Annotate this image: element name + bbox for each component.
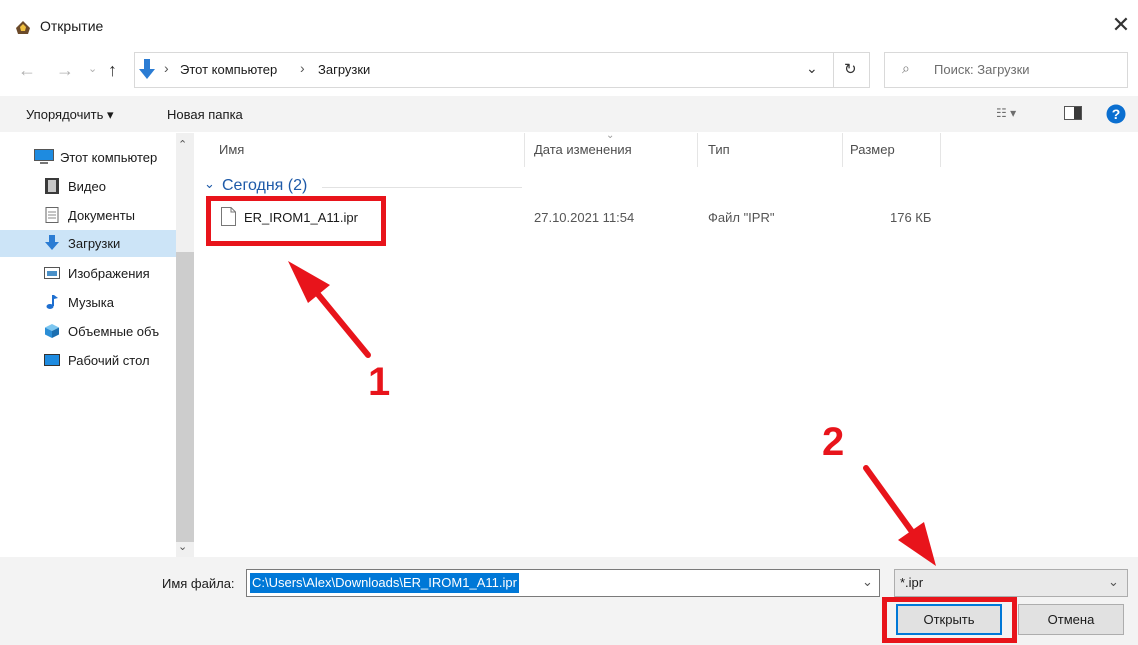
music-icon	[46, 295, 58, 309]
column-header-type[interactable]: Тип	[708, 142, 730, 157]
group-header[interactable]: Сегодня (2)	[222, 177, 307, 195]
svg-text:?: ?	[1112, 106, 1121, 122]
scroll-up-icon[interactable]: ⌃	[178, 138, 187, 151]
pictures-icon	[44, 267, 60, 279]
file-date: 27.10.2021 11:54	[534, 210, 635, 225]
filetype-select[interactable]	[894, 569, 1128, 597]
sidebar-item-label: Объемные объ	[68, 324, 160, 339]
sort-indicator-icon: ⌄	[606, 130, 615, 141]
search-icon: ⌕	[902, 60, 910, 76]
column-header-date[interactable]: Дата изменения	[534, 142, 632, 157]
app-icon	[16, 21, 30, 34]
desktop-icon	[44, 354, 60, 366]
sidebar-item-label: Изображения	[68, 266, 150, 281]
column-divider[interactable]	[940, 133, 941, 167]
address-dropdown-icon[interactable]: ⌄	[806, 60, 818, 77]
filename-dropdown-icon[interactable]: ⌄	[862, 574, 873, 590]
sidebar-item-label: Рабочий стол	[68, 353, 150, 368]
filetype-value[interactable]: *.ipr	[900, 575, 923, 590]
sidebar-item-label: Видео	[68, 179, 106, 194]
sidebar-item-pictures[interactable]: Изображения	[0, 260, 176, 287]
preview-pane-icon[interactable]	[1064, 106, 1082, 120]
group-divider	[322, 187, 522, 188]
column-divider[interactable]	[842, 133, 843, 167]
filetype-dropdown-icon[interactable]: ⌄	[1108, 574, 1119, 590]
annotation-number-1: 1	[368, 360, 391, 404]
downloads-icon	[139, 59, 155, 79]
sidebar-item-desktop[interactable]: Рабочий стол	[0, 347, 176, 374]
column-divider[interactable]	[697, 133, 698, 167]
video-icon	[45, 178, 59, 194]
column-divider[interactable]	[524, 133, 525, 167]
breadcrumb-this-pc[interactable]: Этот компьютер	[180, 62, 277, 77]
breadcrumb-separator: ›	[300, 60, 305, 76]
3d-objects-icon	[45, 324, 59, 338]
cancel-button[interactable]: Отмена	[1018, 604, 1124, 635]
back-icon[interactable]: ←	[18, 60, 36, 81]
sidebar-item-video[interactable]: Видео	[0, 173, 176, 200]
column-header-size[interactable]: Размер	[850, 142, 895, 157]
window-title: Открытие	[40, 18, 104, 34]
sidebar-item-3d-objects[interactable]: Объемные объ	[0, 318, 176, 345]
scrollbar-thumb[interactable]	[176, 252, 194, 542]
title-bar	[0, 0, 1138, 48]
close-icon[interactable]: ✕	[1108, 12, 1134, 38]
filename-value[interactable]: C:\Users\Alex\Downloads\ER_IROM1_A11.ipr	[250, 573, 519, 593]
file-size: 176 КБ	[890, 210, 932, 225]
organize-button[interactable]: Упорядочить ▾	[26, 107, 114, 123]
sidebar-item-label: Этот компьютер	[60, 150, 158, 165]
forward-icon[interactable]: →	[56, 60, 74, 81]
new-folder-button[interactable]: Новая папка	[167, 107, 243, 122]
sidebar-item-label: Музыка	[68, 295, 114, 310]
sidebar-item-label: Загрузки	[68, 236, 121, 251]
breadcrumb-downloads[interactable]: Загрузки	[318, 62, 370, 77]
sidebar-item-documents[interactable]: Документы	[0, 202, 176, 229]
filename-label: Имя файла:	[162, 576, 235, 591]
computer-icon	[34, 149, 54, 164]
documents-icon	[45, 207, 59, 223]
downloads-icon	[45, 235, 59, 250]
scroll-down-icon[interactable]: ⌄	[178, 540, 187, 553]
recent-locations-icon[interactable]: ⌄	[88, 62, 97, 75]
annotation-box-open	[882, 597, 1017, 643]
file-type: Файл "IPR"	[708, 210, 775, 225]
help-icon[interactable]: ?	[1106, 104, 1126, 124]
sidebar-item-this-pc[interactable]: Этот компьютер	[0, 144, 176, 171]
search-placeholder: Поиск: Загрузки	[934, 62, 1030, 77]
column-header-name[interactable]: Имя	[219, 142, 244, 157]
sidebar-item-music[interactable]: Музыка	[0, 289, 176, 316]
group-collapse-icon[interactable]: ⌄	[204, 176, 215, 192]
annotation-box-file	[206, 196, 386, 246]
annotation-number-2: 2	[822, 420, 845, 464]
annotation-arrow-2	[863, 465, 936, 566]
sidebar-item-downloads[interactable]: Загрузки	[0, 230, 176, 257]
up-icon[interactable]: ↑	[108, 60, 117, 81]
view-options-icon[interactable]: ☷ ▾	[996, 106, 1016, 120]
sidebar-item-label: Документы	[68, 208, 136, 223]
annotation-arrow-1	[288, 261, 371, 358]
refresh-icon[interactable]: ↻	[844, 60, 857, 78]
breadcrumb-separator: ›	[164, 60, 169, 76]
